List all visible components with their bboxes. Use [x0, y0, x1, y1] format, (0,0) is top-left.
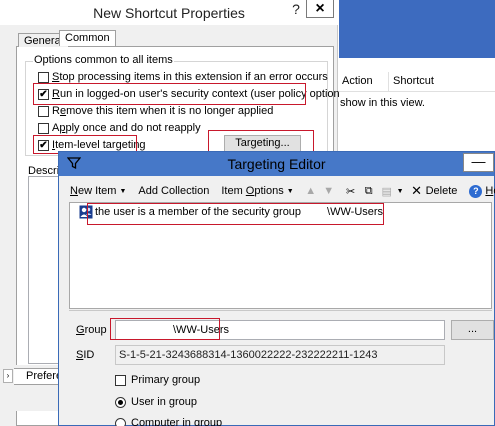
user-in-group-radio[interactable]: User in group — [115, 395, 197, 409]
tab-common[interactable]: Common — [59, 30, 116, 46]
browse-button[interactable]: ... — [451, 320, 494, 340]
primary-group-checkbox[interactable]: Primary group — [115, 373, 200, 387]
checkbox[interactable] — [115, 374, 126, 386]
column-shortcut[interactable]: Shortcut — [389, 72, 434, 91]
options-group-label: Options common to all items — [33, 54, 174, 66]
delete-x-icon: ✕ — [411, 183, 423, 198]
mmc-column-header: Action Shortcut — [339, 72, 495, 92]
sid-label: SID — [76, 349, 95, 361]
help-menu[interactable]: ? Help — [465, 181, 495, 201]
item-options-menu[interactable]: Item Options ▼ — [217, 181, 297, 201]
group-label: Group — [76, 324, 107, 336]
highlight-targeting-item — [87, 203, 384, 225]
option-remove-item[interactable]: Remove this item when it is no longer ap… — [38, 104, 273, 118]
close-button[interactable]: × — [306, 0, 334, 18]
help-icon: ? — [469, 184, 483, 198]
radio[interactable] — [115, 417, 126, 426]
chevron-down-icon: ▼ — [396, 187, 404, 195]
new-item-menu[interactable]: New Item ▼ — [66, 181, 130, 201]
paste-icon: ▤ — [381, 185, 392, 198]
arrow-up-icon: ▲ — [305, 185, 317, 197]
tab-scroll-arrow[interactable]: › — [3, 369, 13, 383]
checkbox[interactable] — [38, 122, 49, 134]
option-label: Apply once and do not reapply — [52, 122, 201, 134]
copy-icon: ⧉ — [364, 184, 373, 197]
radio-selected[interactable] — [115, 396, 126, 408]
tab-preferences[interactable]: Prefere — [14, 368, 64, 385]
add-collection-button[interactable]: Add Collection — [134, 181, 213, 201]
arrow-down-icon: ▼ — [323, 185, 335, 197]
empty-view-message: show in this view. — [340, 97, 425, 109]
targeting-editor-title-bar: Targeting Editor — — [59, 152, 494, 176]
description-textarea[interactable] — [28, 176, 60, 364]
column-action[interactable]: Action — [339, 72, 389, 91]
option-stop-processing[interactable]: Stop processing items in this extension … — [38, 70, 328, 84]
option-label: Remove this item when it is no longer ap… — [52, 105, 274, 117]
highlight-run-in-user-context — [33, 83, 306, 105]
option-apply-once[interactable]: Apply once and do not reapply — [38, 121, 201, 135]
move-down-button[interactable]: ▼ — [320, 181, 338, 201]
cut-button[interactable]: ✂ — [342, 181, 360, 201]
computer-in-group-radio[interactable]: Computer in group — [115, 416, 222, 426]
scissors-icon: ✂ — [346, 185, 356, 198]
move-up-button[interactable]: ▲ — [302, 181, 320, 201]
highlight-group-field — [110, 318, 220, 340]
minimize-button[interactable]: — — [463, 153, 494, 172]
targeting-toolbar: New Item ▼ Add Collection Item Options ▼ ▲… — [66, 180, 495, 202]
splitter[interactable] — [69, 310, 492, 313]
mmc-header-band — [339, 0, 495, 58]
delete-button[interactable]: ✕ Delete — [406, 181, 462, 201]
dialog-title-bar: New Shortcut Properties ? × — [0, 0, 338, 25]
checkbox[interactable] — [38, 105, 49, 117]
targeting-editor-window: Targeting Editor — New Item ▼ Add Collect… — [58, 151, 495, 426]
copy-button[interactable]: ⧉ — [360, 181, 378, 201]
targeting-editor-title: Targeting Editor — [227, 156, 326, 172]
chevron-down-icon: ▼ — [119, 187, 127, 195]
sid-field: S-1-5-21-3243688314-1360022222-232222211… — [115, 345, 445, 365]
option-label: Stop processing items in this extension … — [52, 71, 328, 83]
chevron-down-icon: ▼ — [286, 187, 294, 195]
paste-button[interactable]: ▤ ▼ — [378, 181, 406, 201]
checkbox[interactable] — [38, 71, 49, 83]
